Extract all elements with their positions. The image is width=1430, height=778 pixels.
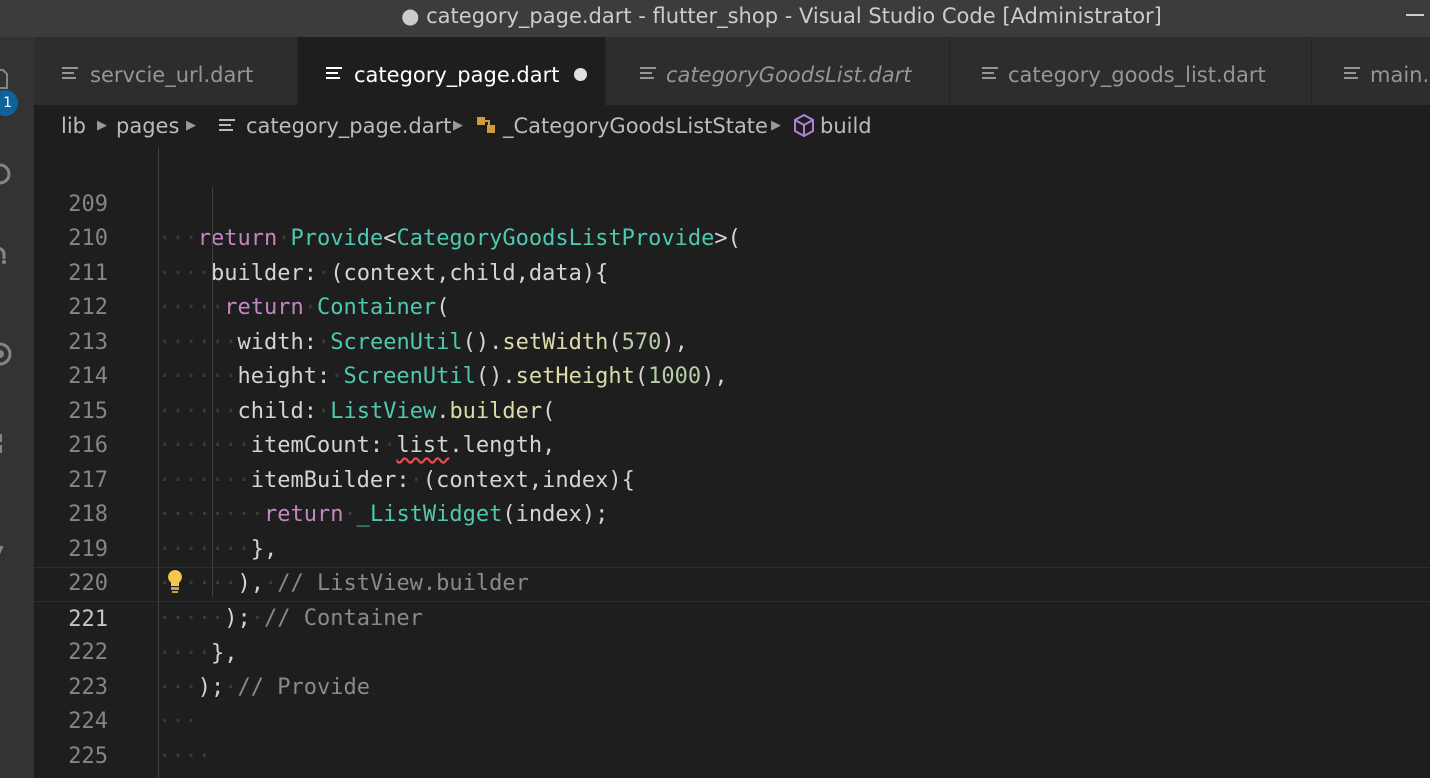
tab-label: categoryGoodsList.dart — [666, 63, 912, 87]
file-lines-icon — [982, 67, 998, 81]
title-bar: ● category_page.dart - flutter_shop - Vi… — [0, 0, 1430, 37]
activity-bar: 1 — [0, 37, 34, 778]
code-line[interactable]: 223 ··· — [34, 636, 1430, 735]
code-line[interactable]: 215 ·······itemCount:·list.length, — [34, 360, 1430, 459]
search-icon[interactable] — [0, 162, 12, 186]
code-line[interactable]: 219 ······),·// ListView.builder — [34, 498, 1430, 597]
debug-icon[interactable] — [0, 342, 12, 366]
file-lines-icon — [640, 67, 656, 81]
code-line[interactable]: 217 ········return·_ListWidget(index); — [34, 429, 1430, 528]
code-line[interactable]: 210 ····builder:·(context,child,data){ — [34, 188, 1430, 286]
file-lines-icon — [219, 119, 235, 133]
lightbulb-icon[interactable] — [165, 568, 185, 594]
tab-label: main.dart — [1370, 63, 1430, 87]
breadcrumb-item-file[interactable]: category_page.dart — [246, 105, 452, 147]
code-line[interactable]: 218 ·······}, — [34, 464, 1430, 562]
tab-category-goods-list-camel[interactable]: categoryGoodsList.dart — [606, 37, 950, 105]
chevron-right-icon: ▶ — [186, 118, 196, 133]
indent-guide — [158, 147, 159, 778]
source-control-icon[interactable] — [0, 242, 12, 266]
tab-category-goods-list[interactable]: category_goods_list.dart — [950, 37, 1312, 105]
code-line[interactable]: 225 ··} — [34, 705, 1430, 769]
code-line[interactable]: 209 ···return·Provide<CategoryGoodsListP… — [34, 153, 1430, 252]
chevron-right-icon: ▶ — [97, 118, 107, 133]
file-lines-icon — [62, 67, 78, 81]
code-line[interactable]: 212 ······width:·ScreenUtil().setWidth(5… — [34, 257, 1430, 355]
code-line[interactable]: 216 ·······itemBuilder:·(context,index){ — [34, 395, 1430, 493]
code-line[interactable]: 224 ···· — [34, 671, 1430, 769]
editor-tabs: servcie_url.dart category_page.dart cate… — [34, 37, 1430, 105]
tab-category-page[interactable]: category_page.dart — [298, 37, 606, 105]
file-lines-icon — [1344, 67, 1360, 81]
breadcrumb: lib ▶ pages ▶ category_page.dart ▶ _Cate… — [34, 105, 1430, 147]
tab-servcie-url[interactable]: servcie_url.dart — [34, 37, 298, 105]
breadcrumb-item-method[interactable]: build — [820, 105, 872, 147]
code-line[interactable]: 211 ·····return·Container( — [34, 222, 1430, 321]
code-line-current[interactable]: 221 ····}, — [34, 567, 1430, 666]
tab-label: servcie_url.dart — [90, 63, 254, 87]
tab-label: category_page.dart — [354, 63, 560, 87]
unsaved-dot-icon[interactable] — [574, 68, 587, 81]
minimize-button[interactable] — [1398, 0, 1430, 37]
breadcrumb-item-pages[interactable]: pages — [116, 105, 179, 147]
code-line[interactable]: 214 ······child:·ListView.builder( — [34, 326, 1430, 424]
files-icon[interactable] — [0, 67, 12, 91]
file-lines-icon — [326, 67, 342, 81]
code-line[interactable]: 226 — [34, 740, 1430, 775]
tab-label: category_goods_list.dart — [1008, 63, 1266, 87]
code-line[interactable]: 213 ······height:·ScreenUtil().setHeight… — [34, 291, 1430, 390]
breadcrumb-item-class[interactable]: _CategoryGoodsListState — [503, 105, 768, 147]
window-title: ● category_page.dart - flutter_shop - Vi… — [401, 4, 1162, 28]
extensions-icon[interactable] — [0, 432, 12, 456]
code-line[interactable]: 222 ···);·// Provide — [34, 602, 1430, 700]
tab-main[interactable]: main.dart — [1312, 37, 1430, 105]
breadcrumb-item-lib[interactable]: lib — [61, 105, 86, 147]
chevron-right-icon: ▶ — [453, 118, 463, 133]
indent-guide — [212, 187, 213, 597]
code-line[interactable]: 220 ·····);·// Container — [34, 533, 1430, 631]
code-editor[interactable]: 209 ···return·Provide<CategoryGoodsListP… — [34, 147, 1430, 778]
remote-icon[interactable] — [0, 542, 12, 566]
chevron-right-icon: ▶ — [771, 118, 781, 133]
source-control-badge: 1 — [0, 90, 18, 116]
